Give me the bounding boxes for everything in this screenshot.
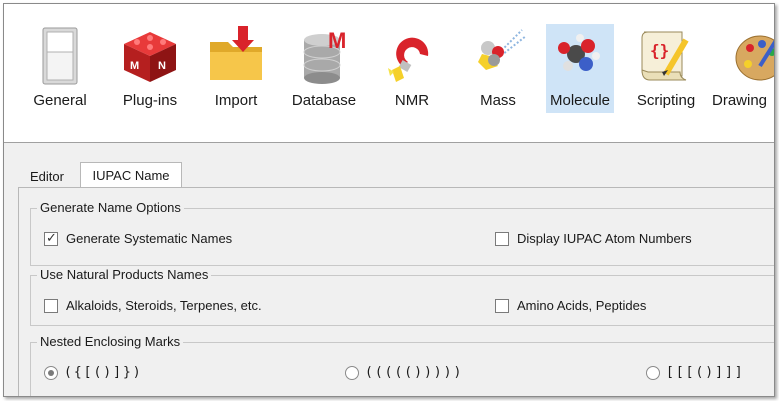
- checkmark-icon: ✓: [46, 230, 57, 245]
- radio-option-2[interactable]: ((((())))): [345, 365, 485, 381]
- settings-content: Editor IUPAC Name Generate Name Options …: [4, 144, 774, 396]
- radio-label: [[[()]]]: [666, 365, 745, 380]
- toolbar-item-scripting[interactable]: {} Scripting: [624, 4, 708, 143]
- switch-icon: [30, 26, 90, 86]
- toolbar-label: Scripting: [636, 92, 696, 109]
- generate-systematic-names-checkbox[interactable]: ✓ Generate Systematic Names: [44, 230, 244, 247]
- toolbar-item-general[interactable]: General: [14, 4, 106, 143]
- iupac-name-page: Generate Name Options ✓ Generate Systema…: [18, 187, 774, 396]
- toolbar-label: Mass: [480, 92, 516, 109]
- toolbar-item-drawing[interactable]: Drawing: [712, 4, 774, 143]
- toolbar-item-plugins[interactable]: M N Plug-ins: [108, 4, 192, 143]
- svg-text:M: M: [130, 60, 139, 72]
- script-scroll-icon: {}: [636, 26, 696, 86]
- group-title: Nested Enclosing Marks: [37, 334, 184, 349]
- svg-text:M: M: [328, 28, 346, 53]
- palette-icon: [730, 26, 774, 86]
- magnet-icon: [382, 26, 442, 86]
- red-cube-icon: M N: [120, 26, 180, 86]
- options-window: General M N Plug-ins Import M Database N…: [3, 3, 775, 397]
- toolbar-item-database[interactable]: M Database: [282, 4, 366, 143]
- toolbar-label: Drawing: [712, 92, 768, 109]
- checkbox-label: Amino Acids, Peptides: [517, 298, 647, 313]
- alkaloids-checkbox[interactable]: Alkaloids, Steroids, Terpenes, etc.: [44, 298, 284, 314]
- radio-button[interactable]: [646, 366, 660, 380]
- svg-text:{}: {}: [650, 41, 669, 60]
- toolbar-item-molecule[interactable]: Molecule: [546, 4, 614, 143]
- category-toolbar: General M N Plug-ins Import M Database N…: [4, 4, 774, 143]
- nested-enclosing-marks-group: Nested Enclosing Marks ({[()]}) ((((()))…: [30, 334, 774, 396]
- checkbox-box[interactable]: [495, 232, 509, 246]
- natural-products-names-group: Use Natural Products Names Alkaloids, St…: [30, 267, 774, 326]
- toolbar-item-import[interactable]: Import: [194, 4, 278, 143]
- group-title: Use Natural Products Names: [37, 267, 212, 282]
- toolbar-item-nmr[interactable]: NMR: [370, 4, 454, 143]
- display-iupac-atom-numbers-checkbox[interactable]: Display IUPAC Atom Numbers: [495, 231, 715, 247]
- radio-option-1[interactable]: ({[()]}): [44, 365, 184, 381]
- checkbox-box[interactable]: ✓: [44, 230, 58, 246]
- database-icon: M: [294, 26, 354, 86]
- svg-text:N: N: [158, 60, 166, 72]
- radio-label: ({[()]}): [64, 365, 143, 380]
- radio-button[interactable]: [345, 366, 359, 380]
- mass-spec-icon: [468, 26, 528, 86]
- checkbox-box[interactable]: [495, 299, 509, 313]
- checkbox-label: Generate Systematic Names: [66, 231, 233, 246]
- toolbar-label: Molecule: [549, 92, 611, 109]
- tab-iupac-name[interactable]: IUPAC Name: [80, 162, 182, 188]
- tab-editor[interactable]: Editor: [20, 166, 74, 188]
- toolbar-item-mass[interactable]: Mass: [456, 4, 540, 143]
- group-title: Generate Name Options: [37, 200, 184, 215]
- radio-label: ((((())))): [365, 365, 464, 380]
- generate-name-options-group: Generate Name Options ✓ Generate Systema…: [30, 200, 774, 266]
- folder-import-icon: [206, 26, 266, 86]
- radio-selected-dot: [48, 370, 54, 376]
- molecule-icon: [550, 26, 610, 86]
- amino-acids-checkbox[interactable]: Amino Acids, Peptides: [495, 298, 695, 314]
- checkbox-box[interactable]: [44, 299, 58, 313]
- checkbox-label: Alkaloids, Steroids, Terpenes, etc.: [66, 298, 262, 313]
- radio-option-3[interactable]: [[[()]]]: [646, 365, 774, 381]
- checkbox-label: Display IUPAC Atom Numbers: [517, 231, 692, 246]
- radio-button[interactable]: [44, 366, 58, 380]
